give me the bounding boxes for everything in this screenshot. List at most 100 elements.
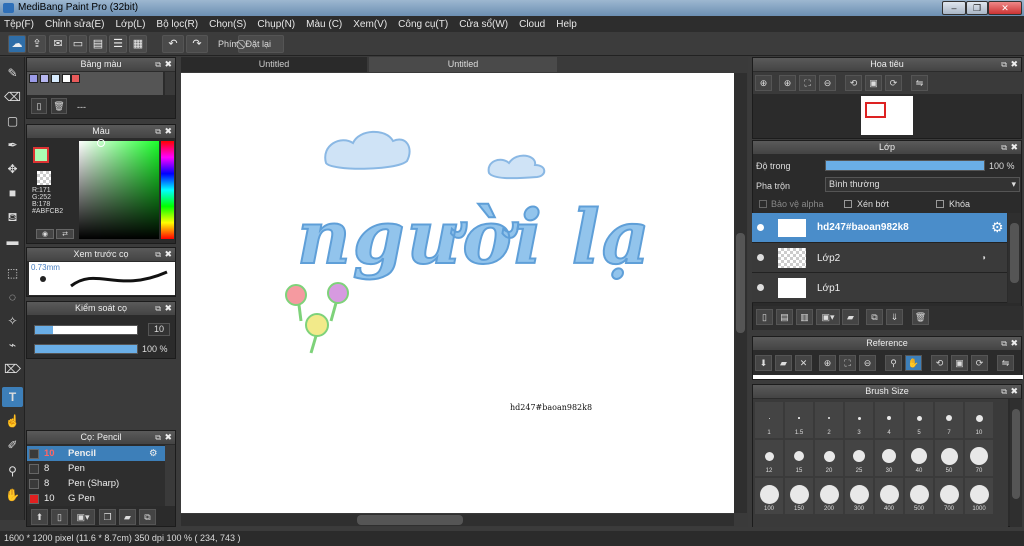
popout-icon[interactable]: ⧉	[155, 248, 161, 261]
menu-color[interactable]: Màu (C)	[306, 19, 342, 30]
brush-item[interactable]: 10 G Pen	[27, 491, 165, 506]
brush-size-cell[interactable]: 200	[815, 478, 843, 514]
layer-row[interactable]: hd247#baoan982k8 ⚙	[752, 213, 1007, 243]
select-eraser-icon[interactable]: ⌦	[2, 359, 23, 379]
zoom-in-icon[interactable]: ⊕	[755, 75, 772, 91]
reset-button[interactable]: ⃠ Đặt lại	[238, 35, 284, 53]
brush-item[interactable]: 10 Pencil ⚙	[27, 446, 165, 461]
hue-slider[interactable]	[161, 141, 174, 239]
reference-view[interactable]	[753, 375, 1023, 379]
tab-untitled[interactable]: Untitled	[181, 57, 367, 72]
hand-icon[interactable]: ✋	[905, 355, 922, 371]
brush-size-cell[interactable]: 12	[755, 440, 783, 476]
palette-swatch[interactable]	[62, 74, 71, 83]
menu-window[interactable]: Cửa sổ(W)	[459, 19, 508, 30]
rotate-right-icon[interactable]: ⟳	[971, 355, 988, 371]
hand-tool-icon[interactable]: ✋	[2, 485, 23, 505]
brush-list-scrollbar[interactable]	[165, 445, 175, 506]
menu-help[interactable]: Help	[556, 19, 577, 30]
eyedropper-icon[interactable]: ⚲	[2, 461, 23, 481]
size-slider[interactable]	[34, 325, 138, 335]
rectangle-tool-icon[interactable]: ▢	[2, 111, 23, 131]
gradient-tool-icon[interactable]: ▬	[2, 231, 23, 251]
popout-icon[interactable]: ⧉	[155, 125, 161, 138]
text-tool-icon[interactable]: T	[2, 387, 23, 407]
flip-icon[interactable]: ⇋	[911, 75, 928, 91]
flip-icon[interactable]: ⇋	[997, 355, 1014, 371]
brush-size-cell[interactable]: 1000	[965, 478, 993, 514]
add-brush-icon[interactable]: ▣▾	[71, 509, 95, 525]
shape-tool-icon[interactable]: ■	[2, 183, 23, 203]
brush-size-scrollbar[interactable]	[1010, 399, 1022, 527]
menu-view[interactable]: Xem(V)	[353, 19, 387, 30]
new-halftone-layer-icon[interactable]: ▤	[776, 309, 793, 325]
brush-size-cell[interactable]: 4	[875, 402, 903, 438]
color-swap-icon[interactable]: ⇄	[56, 229, 74, 239]
copy-brush-icon[interactable]: ❐	[99, 509, 116, 525]
magic-wand-icon[interactable]: ✧	[2, 311, 23, 331]
open-folder-icon[interactable]: ▰	[775, 355, 792, 371]
comment-icon[interactable]: ✉	[49, 35, 67, 53]
brush-size-cell[interactable]: 50	[935, 440, 963, 476]
close-icon[interactable]: ✖	[1010, 58, 1018, 71]
layer-row[interactable]: Lớp2 ◑	[752, 243, 1007, 273]
select-pen-icon[interactable]: ⌁	[2, 335, 23, 355]
rotate-right-icon[interactable]: ⟳	[885, 75, 902, 91]
pen-tool-icon[interactable]: ✒	[2, 135, 23, 155]
lasso-tool-icon[interactable]: ◌	[2, 287, 23, 307]
brush-item[interactable]: 8 Pen (Sharp)	[27, 476, 165, 491]
menu-select[interactable]: Chọn(S)	[209, 19, 246, 30]
close-icon[interactable]: ✖	[1010, 337, 1018, 350]
fill-tool-icon[interactable]: ✐	[2, 435, 23, 455]
gear-icon[interactable]: ⚙	[149, 446, 158, 461]
merge-layer-icon[interactable]: ⇓	[886, 309, 903, 325]
layer-row[interactable]: Lớp1	[752, 273, 1007, 303]
delete-layer-icon[interactable]: 🗑	[912, 309, 929, 325]
cloud-brush-icon[interactable]: ⬆	[31, 509, 48, 525]
layer-opacity-slider[interactable]	[825, 160, 985, 171]
folder-icon[interactable]: ▰	[842, 309, 859, 325]
new-palette-icon[interactable]: ▯	[31, 98, 47, 114]
brush-size-cell[interactable]: 20	[815, 440, 843, 476]
menu-file[interactable]: Tệp(F)	[4, 19, 34, 30]
minimize-button[interactable]: –	[942, 1, 966, 15]
brush-size-cell[interactable]: 40	[905, 440, 933, 476]
brush-size-cell[interactable]: 3	[845, 402, 873, 438]
zoom-out-icon[interactable]: ⊖	[819, 75, 836, 91]
move-tool-icon[interactable]: ✥	[2, 159, 23, 179]
opacity-slider[interactable]	[34, 344, 138, 354]
close-reference-icon[interactable]: ✕	[795, 355, 812, 371]
close-icon[interactable]: ✖	[164, 431, 172, 444]
close-icon[interactable]: ✖	[1010, 385, 1018, 398]
cloud-icon[interactable]: ☁	[8, 35, 26, 53]
new-layer-icon[interactable]: ▯	[756, 309, 773, 325]
brush-size-cell[interactable]: 30	[875, 440, 903, 476]
main-color-swatch[interactable]	[33, 147, 49, 163]
brush-size-cell[interactable]: 1	[755, 402, 783, 438]
close-icon[interactable]: ✖	[164, 302, 172, 315]
popout-icon[interactable]: ⧉	[155, 431, 161, 444]
brush-size-cell[interactable]: 1.5	[785, 402, 813, 438]
popout-icon[interactable]: ⧉	[155, 58, 161, 71]
brush-size-cell[interactable]: 300	[845, 478, 873, 514]
zoom-in-icon[interactable]: ⊕	[819, 355, 836, 371]
page-icon[interactable]: ▭	[69, 35, 87, 53]
horizontal-scrollbar[interactable]	[181, 514, 734, 526]
new-brush-icon[interactable]: ▯	[51, 509, 68, 525]
close-icon[interactable]: ✖	[1010, 141, 1018, 154]
eyedropper-icon[interactable]: ⚲	[885, 355, 902, 371]
saturation-value-picker[interactable]	[79, 141, 159, 239]
duplicate-layer-icon[interactable]: ⧉	[866, 309, 883, 325]
palette-swatch[interactable]	[29, 74, 38, 83]
eye-icon[interactable]	[757, 224, 764, 231]
navigator-thumbnail[interactable]	[861, 96, 913, 135]
new-8bit-layer-icon[interactable]: ▥	[796, 309, 813, 325]
brush-size-cell[interactable]: 15	[785, 440, 813, 476]
brush-item[interactable]: 8 Pen	[27, 461, 165, 476]
menu-edit[interactable]: Chỉnh sửa(E)	[45, 19, 105, 30]
color-mode-icon[interactable]: ◉	[36, 229, 54, 239]
undo-icon[interactable]: ↶	[162, 35, 184, 53]
lock-checkbox[interactable]	[936, 200, 944, 208]
menu-tools[interactable]: Công cụ(T)	[398, 19, 448, 30]
cloud-download-icon[interactable]: ⬇	[755, 355, 772, 371]
